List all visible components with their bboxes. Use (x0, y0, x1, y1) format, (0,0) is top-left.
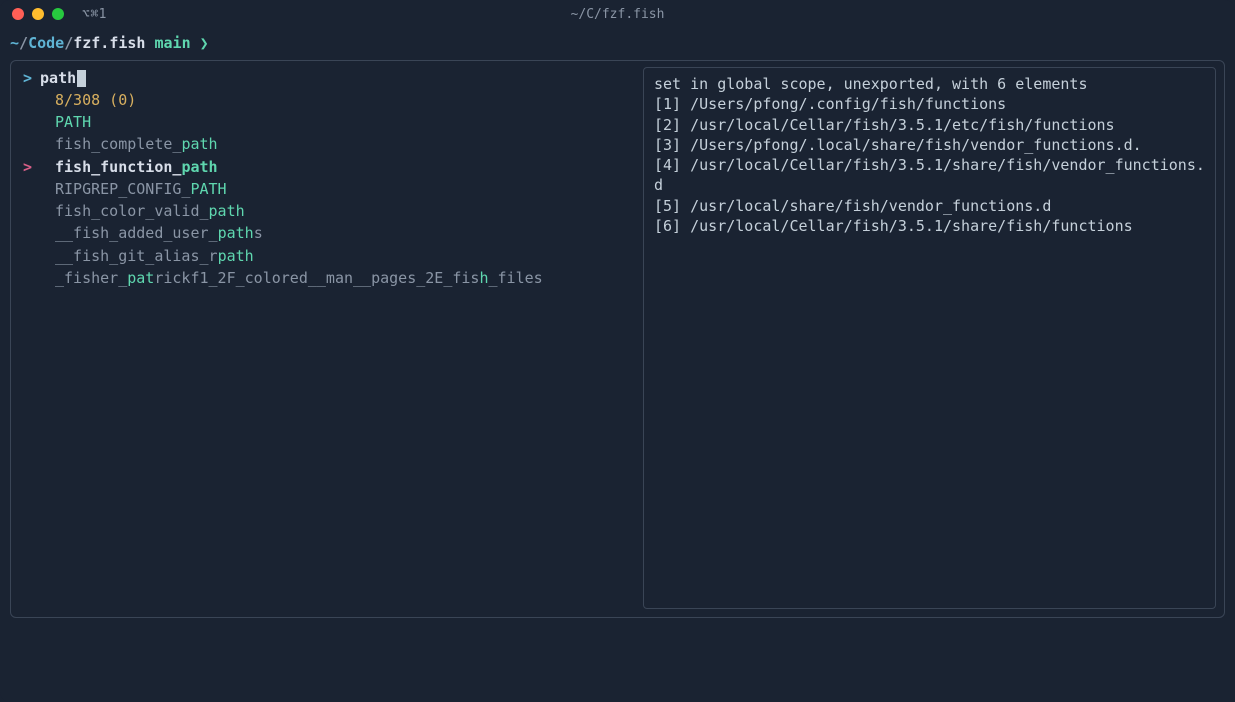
window-title: ~/C/fzf.fish (571, 7, 665, 22)
fzf-preview-pane: set in global scope, unexported, with 6 … (643, 67, 1216, 609)
minimize-button[interactable] (32, 8, 44, 20)
fzf-item-label: PATH (55, 112, 91, 132)
fzf-results-pane: > path 8/308 (0) PATHfish_complete_path>… (19, 67, 643, 609)
preview-line: [5] /usr/local/share/fish/vendor_functio… (654, 196, 1205, 216)
preview-line: [2] /usr/local/Cellar/fish/3.5.1/etc/fis… (654, 115, 1205, 135)
fzf-finder: > path 8/308 (0) PATHfish_complete_path>… (10, 60, 1225, 618)
fzf-query-input[interactable]: path (40, 69, 86, 87)
fzf-result-item[interactable]: _fisher_patrickf1_2F_colored__man__pages… (19, 267, 635, 289)
fzf-item-label: RIPGREP_CONFIG_PATH (55, 179, 227, 199)
prompt-slash: / (19, 34, 28, 52)
fzf-item-label: fish_complete_path (55, 134, 218, 154)
fzf-match-count: 8/308 (0) (19, 89, 635, 111)
prompt-home: ~ (10, 34, 19, 52)
fzf-result-item[interactable]: __fish_git_alias_rpath (19, 245, 635, 267)
tab-indicator: ⌥⌘1 (82, 7, 107, 22)
fzf-query-line[interactable]: > path (19, 67, 635, 89)
fzf-result-item[interactable]: fish_color_valid_path (19, 200, 635, 222)
preview-line: [4] /usr/local/Cellar/fish/3.5.1/share/f… (654, 155, 1205, 196)
prompt-dir-code: Code (28, 34, 64, 52)
maximize-button[interactable] (52, 8, 64, 20)
fzf-item-label: _fisher_patrickf1_2F_colored__man__pages… (55, 268, 543, 288)
preview-line: [3] /Users/pfong/.local/share/fish/vendo… (654, 135, 1205, 155)
fzf-pointer-icon: > (23, 157, 41, 177)
fzf-result-item[interactable]: > fish_function_path (19, 156, 635, 178)
preview-line: set in global scope, unexported, with 6 … (654, 74, 1205, 94)
preview-line: [6] /usr/local/Cellar/fish/3.5.1/share/f… (654, 216, 1205, 236)
prompt-arrow: ❯ (200, 34, 209, 52)
prompt-git-branch: main (155, 34, 191, 52)
fzf-item-label: fish_color_valid_path (55, 201, 245, 221)
fzf-item-label: __fish_added_user_paths (55, 223, 263, 243)
fzf-result-item[interactable]: __fish_added_user_paths (19, 222, 635, 244)
fzf-item-label: __fish_git_alias_rpath (55, 246, 254, 266)
close-button[interactable] (12, 8, 24, 20)
fzf-query-text: path (40, 69, 76, 87)
prompt-dir-fzf: fzf.fish (73, 34, 145, 52)
fzf-result-item[interactable]: fish_complete_path (19, 133, 635, 155)
fzf-item-label: fish_function_path (55, 157, 218, 177)
shell-prompt: ~/Code/fzf.fish main ❯ (0, 28, 1235, 60)
cursor-icon (77, 70, 86, 87)
fzf-result-item[interactable]: PATH (19, 111, 635, 133)
fzf-result-list: PATHfish_complete_path > fish_function_pat… (19, 111, 635, 289)
terminal-window: ⌥⌘1 ~/C/fzf.fish ~/Code/fzf.fish main ❯ … (0, 0, 1235, 702)
prompt-slash: / (64, 34, 73, 52)
fzf-result-item[interactable]: RIPGREP_CONFIG_PATH (19, 178, 635, 200)
window-controls (12, 8, 64, 20)
fzf-query-marker: > (23, 69, 32, 87)
titlebar: ⌥⌘1 ~/C/fzf.fish (0, 0, 1235, 28)
preview-line: [1] /Users/pfong/.config/fish/functions (654, 94, 1205, 114)
